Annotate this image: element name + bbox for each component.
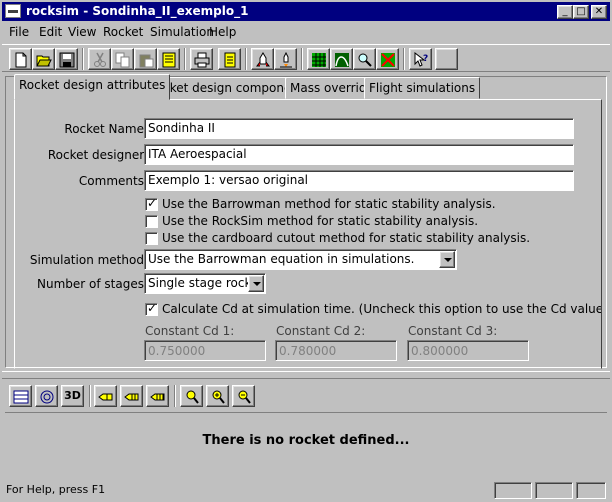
search-icon[interactable] (353, 48, 376, 70)
rocket-designer-field[interactable]: ITA Aeroespacial (144, 144, 574, 165)
number-of-stages-label: Number of stages: (36, 277, 148, 291)
simulation-method-value: Use the Barrowman equation in simulation… (148, 252, 415, 266)
number-of-stages-select[interactable]: Single stage rocket (144, 273, 266, 294)
status-pane-3 (576, 482, 606, 499)
rocket-designer-label: Rocket designer: (47, 148, 148, 162)
title-bar: rocksim - Sondinha_II_exemplo_1 _ □ ✕ (2, 2, 610, 21)
tab-panel: Rocket Name: Sondinha II Rocket designer… (14, 99, 602, 369)
blank-icon[interactable] (435, 48, 458, 70)
calculate-cd-checkbox[interactable] (145, 301, 158, 316)
minimize-icon[interactable]: _ (557, 5, 573, 19)
constant-cd-1-label: Constant Cd 1: (145, 324, 235, 338)
menu-simulation[interactable]: Simulation (150, 25, 214, 39)
stage-1-icon[interactable] (94, 385, 117, 407)
view-toolbar: 3D (5, 382, 607, 412)
constant-cd-3-label: Constant Cd 3: (408, 324, 498, 338)
number-of-stages-value: Single stage rocket (148, 276, 264, 290)
print-icon[interactable] (190, 48, 213, 70)
grid-icon[interactable] (307, 48, 330, 70)
help-pointer-icon[interactable]: ? (409, 48, 432, 70)
menu-view[interactable]: View (68, 25, 96, 39)
comments-label: Comments: (78, 174, 148, 188)
simulation-method-select[interactable]: Use the Barrowman equation in simulation… (144, 249, 457, 270)
calculate-cd-label: Calculate Cd at simulation time. (Unchec… (162, 302, 601, 316)
barrowman-checkbox-label: Use the Barrowman method for static stab… (162, 197, 496, 211)
layout-icon[interactable] (9, 385, 32, 407)
tab-rocket-design-attributes[interactable]: Rocket design attributes (14, 74, 171, 100)
menu-file[interactable]: File (9, 25, 29, 39)
notes-icon[interactable] (218, 48, 241, 70)
status-pane-1 (494, 482, 532, 499)
target-icon[interactable] (35, 385, 58, 407)
design-panel: Rocket design attributes Rocket design c… (5, 74, 607, 369)
status-message: For Help, press F1 (6, 483, 106, 496)
constant-cd-2-field[interactable]: 0.780000 (275, 340, 397, 361)
stage-3-icon[interactable] (146, 385, 169, 407)
paste-icon[interactable] (134, 48, 157, 70)
svg-text:?: ? (423, 54, 428, 64)
cut-icon[interactable] (88, 48, 111, 70)
3d-icon[interactable]: 3D (61, 385, 84, 407)
chevron-down-icon[interactable] (439, 251, 455, 268)
copy-icon[interactable] (111, 48, 134, 70)
zoom-out-icon[interactable] (232, 385, 255, 407)
menu-edit[interactable]: Edit (39, 25, 62, 39)
stage-2-icon[interactable] (120, 385, 143, 407)
close-icon[interactable]: ✕ (591, 5, 607, 19)
launch-icon[interactable] (274, 48, 297, 70)
menu-help[interactable]: Help (209, 25, 236, 39)
window-title: rocksim - Sondinha_II_exemplo_1 (26, 4, 249, 18)
chevron-down-icon[interactable] (248, 275, 264, 292)
tab-flight-simulations[interactable]: Flight simulations (364, 77, 481, 99)
save-icon[interactable] (55, 48, 78, 70)
curve-icon[interactable] (330, 48, 353, 70)
simulation-method-label: Simulation method: (29, 253, 148, 267)
new-file-icon[interactable] (9, 48, 32, 70)
constant-cd-2-label: Constant Cd 2: (276, 324, 366, 338)
menu-bar: File Edit View Rocket Simulation Help (2, 22, 610, 41)
app-icon[interactable] (5, 4, 21, 18)
status-pane-2 (535, 482, 573, 499)
cardboard-checkbox-label: Use the cardboard cutout method for stat… (162, 231, 531, 245)
rocksim-checkbox[interactable] (145, 215, 158, 228)
rocket-name-label: Rocket Name: (64, 122, 148, 136)
barrowman-checkbox[interactable] (145, 196, 158, 211)
comments-field[interactable]: Exemplo 1: versao original (144, 170, 574, 191)
rocket-icon[interactable] (251, 48, 274, 70)
properties-icon[interactable] (157, 48, 180, 70)
constant-cd-1-field[interactable]: 0.750000 (144, 340, 266, 361)
maximize-icon[interactable]: □ (573, 5, 589, 19)
rocksim-checkbox-label: Use the RockSim method for static stabil… (162, 214, 479, 228)
rocket-name-field[interactable]: Sondinha II (144, 118, 574, 139)
zoom-in-icon[interactable] (206, 385, 229, 407)
constant-cd-3-field[interactable]: 0.800000 (407, 340, 529, 361)
main-toolbar: ? (2, 44, 610, 72)
status-bar: For Help, press F1 (2, 480, 610, 500)
menu-rocket[interactable]: Rocket (103, 25, 143, 39)
chart-cancel-icon[interactable] (376, 48, 399, 70)
no-rocket-message: There is no rocket defined... (202, 433, 410, 448)
pane-splitter[interactable] (2, 371, 610, 379)
zoom-icon[interactable] (180, 385, 203, 407)
cardboard-checkbox[interactable] (145, 232, 158, 245)
open-folder-icon[interactable] (32, 48, 55, 70)
